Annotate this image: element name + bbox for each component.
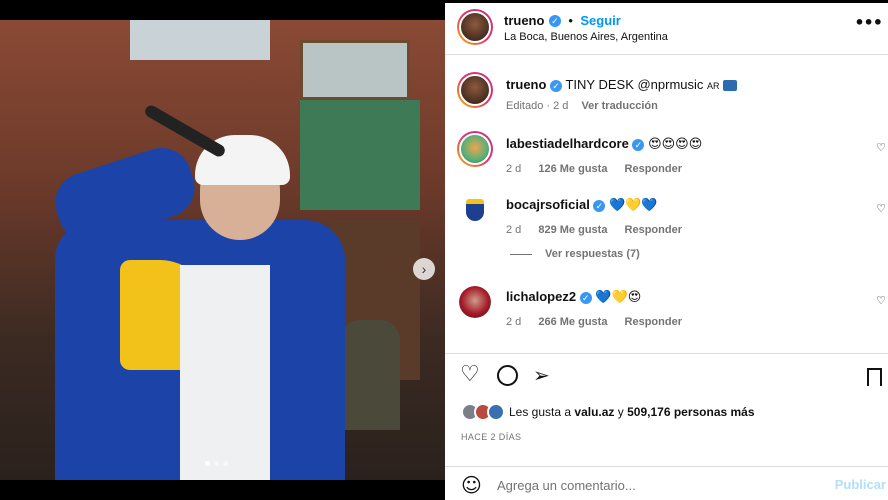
verified-badge-icon: ✓ (550, 79, 563, 92)
flag-code: AR (707, 81, 720, 91)
comment-row: labestiadelhardcore ✓ 😍😍😍😍 2 d 126 Me gu… (445, 129, 888, 185)
post-location[interactable]: La Boca, Buenos Aires, Argentina (504, 31, 668, 43)
likers-avatar-stack[interactable] (461, 403, 509, 421)
comment-bubble-icon[interactable] (497, 365, 518, 386)
comment-time: 2 d (506, 224, 522, 236)
author-avatar-image (459, 11, 491, 43)
carousel-dots (205, 461, 228, 466)
verified-badge-icon: ✓ (579, 291, 592, 304)
instagram-post-view: › trueno ✓ • Seguir La Boca, Buenos Aire… (0, 0, 888, 500)
verified-badge-icon: ✓ (593, 199, 606, 212)
comment-avatar[interactable] (457, 131, 493, 167)
carousel-dot (223, 461, 228, 466)
comment-reply-button[interactable]: Responder (625, 224, 682, 236)
comment-row: lichalopez2 ✓ 💙💛😍 2 d 266 Me gusta Respo… (445, 282, 888, 352)
follow-button[interactable]: Seguir (580, 13, 620, 28)
caption-avatar-image (459, 74, 491, 106)
comment-reply-button[interactable]: Responder (625, 163, 682, 175)
publish-button[interactable]: Publicar (835, 477, 886, 492)
caption-edited: Editado · 2 d (506, 100, 569, 112)
comment-row: bocajrsoficial ✓ 💙💛💙 2 d 829 Me gusta Re… (445, 190, 888, 270)
caption-text: TINY DESK @nprmusic (565, 77, 704, 92)
likes-user-link[interactable]: valu.az (574, 405, 614, 419)
comment-likes-button[interactable]: 266 Me gusta (538, 316, 607, 328)
comment-input[interactable] (497, 475, 827, 495)
post-header: trueno ✓ • Seguir La Boca, Buenos Aires,… (445, 3, 888, 55)
comments-list: trueno ✓ TINY DESK @nprmusic AR Editado … (445, 56, 888, 352)
verified-badge-icon: ✓ (548, 14, 561, 27)
comment-time: 2 d (506, 163, 522, 175)
comment-avatar[interactable] (459, 286, 491, 318)
comment-like-heart-icon[interactable]: ♡ (876, 141, 886, 154)
translate-button[interactable]: Ver traducción (581, 100, 657, 112)
caption-meta: Editado · 2 d Ver traducción (506, 100, 658, 112)
likes-count-link[interactable]: 509,176 personas más (627, 405, 754, 419)
comment-text-line: bocajrsoficial ✓ 💙💛💙 (506, 197, 658, 213)
comment-username[interactable]: bocajrsoficial (506, 197, 590, 212)
caption-text-line: trueno ✓ TINY DESK @nprmusic AR (506, 77, 738, 92)
comment-composer: ☺ Publicar (445, 466, 888, 500)
verified-badge-icon: ✓ (632, 138, 645, 151)
carousel-dot (214, 461, 219, 466)
comment-text-line: lichalopez2 ✓ 💙💛😍 (506, 289, 641, 305)
share-paper-plane-icon[interactable]: ➢ (533, 363, 550, 387)
caption-avatar[interactable] (457, 72, 493, 108)
caption-username[interactable]: trueno (506, 77, 546, 92)
comment-avatar[interactable] (459, 194, 491, 226)
liker-avatar (487, 403, 505, 421)
post-date[interactable]: HACE 2 DÍAS (461, 432, 521, 442)
comment-text: 💙💛😍 (595, 290, 642, 305)
likes-prefix: Les gusta a (509, 405, 572, 419)
comment-reply-button[interactable]: Responder (625, 316, 682, 328)
view-replies-button[interactable]: Ver respuestas (7) (545, 248, 640, 260)
comment-username[interactable]: lichalopez2 (506, 289, 576, 304)
photo-background-person (340, 320, 400, 430)
post-photo[interactable]: › (0, 20, 445, 480)
next-photo-button[interactable]: › (413, 258, 435, 280)
emoji-picker-icon[interactable]: ☺ (461, 473, 482, 497)
comment-username[interactable]: labestiadelhardcore (506, 136, 629, 151)
comment-avatar-image (459, 194, 491, 226)
post-actions: ♡ ➢ Les gusta a valu.az y 509,176 person… (445, 353, 888, 500)
author-username[interactable]: trueno (504, 13, 544, 28)
caption-row: trueno ✓ TINY DESK @nprmusic AR Editado … (445, 70, 888, 120)
like-heart-icon[interactable]: ♡ (460, 362, 480, 387)
comment-avatar-image (459, 286, 491, 318)
comment-likes-button[interactable]: 829 Me gusta (538, 224, 607, 236)
comment-like-heart-icon[interactable]: ♡ (876, 294, 886, 307)
comment-time: 2 d (506, 316, 522, 328)
post-side-panel: trueno ✓ • Seguir La Boca, Buenos Aires,… (445, 3, 888, 500)
comment-meta: 2 d 829 Me gusta Responder (506, 224, 682, 236)
boca-shield-icon (466, 199, 484, 221)
likes-text: Les gusta a valu.az y 509,176 personas m… (509, 405, 755, 419)
comment-meta: 2 d 126 Me gusta Responder (506, 163, 682, 175)
comment-text: 💙💛💙 (609, 198, 658, 213)
photo-sky (130, 20, 270, 60)
comment-avatar-image (459, 133, 491, 165)
carousel-dot-active (205, 461, 210, 466)
separator-dot: • (568, 13, 573, 28)
comment-meta: 2 d 266 Me gusta Responder (506, 316, 682, 328)
photo-shirt (180, 265, 270, 480)
comment-like-heart-icon[interactable]: ♡ (876, 202, 886, 215)
likes-summary: Les gusta a valu.az y 509,176 personas m… (461, 402, 755, 422)
author-avatar[interactable] (457, 9, 493, 45)
comment-text-line: labestiadelhardcore ✓ 😍😍😍😍 (506, 136, 702, 152)
likes-connector: y (617, 405, 624, 419)
photo-green-wall (300, 100, 420, 210)
save-bookmark-icon[interactable] (867, 368, 882, 386)
photo-window (300, 40, 410, 100)
flag-icon (723, 80, 738, 92)
replies-divider (510, 254, 532, 255)
comment-likes-button[interactable]: 126 Me gusta (538, 163, 607, 175)
comment-text: 😍😍😍😍 (648, 137, 703, 152)
more-options-icon[interactable]: ••• (854, 13, 883, 32)
